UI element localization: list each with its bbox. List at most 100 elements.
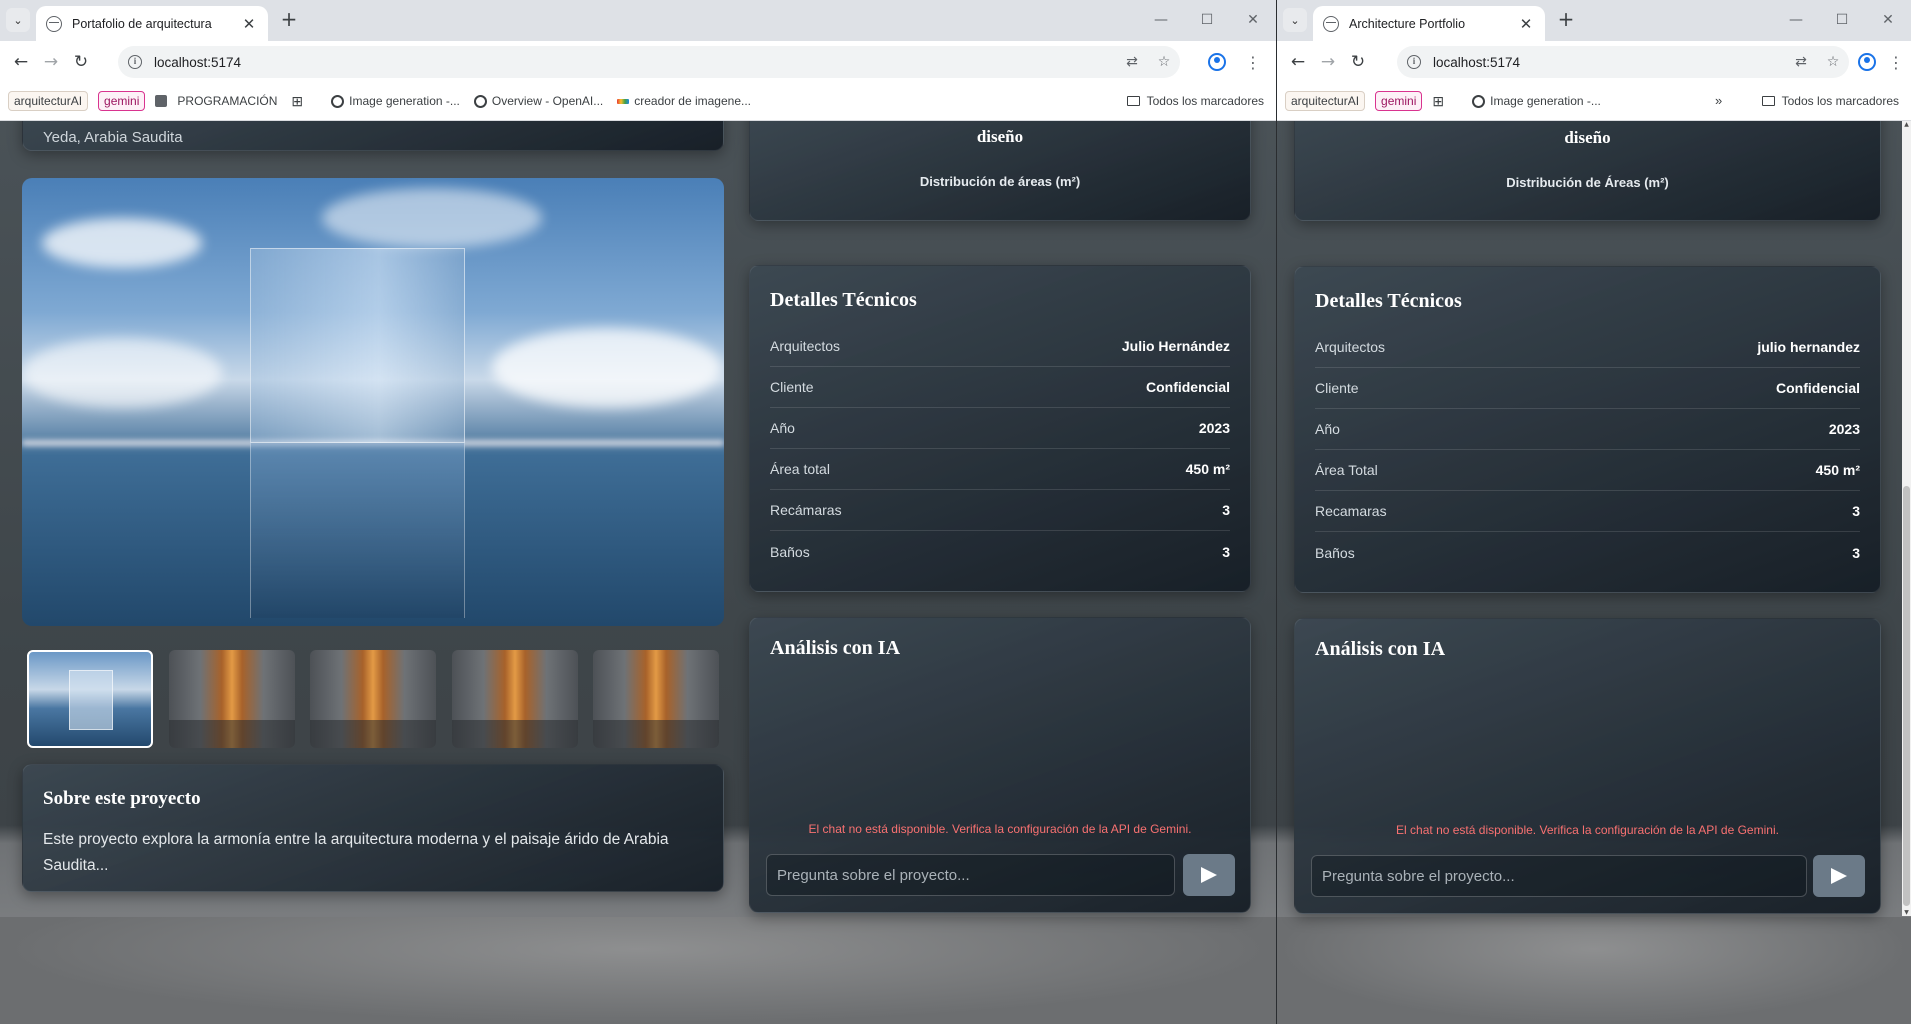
- send-icon: [1201, 867, 1217, 883]
- hero-image[interactable]: [22, 178, 724, 626]
- apps-icon[interactable]: ⊞: [291, 93, 317, 110]
- bookmark-creador-imagenes[interactable]: creador de imagene...: [617, 94, 751, 108]
- spec-row-client: Cliente Confidencial: [770, 367, 1230, 408]
- kebab-menu-icon[interactable]: ⋮: [1242, 51, 1264, 73]
- page-content: Yeda, Arabia Saudita Sobre este proyecto…: [0, 121, 1276, 1024]
- new-tab-button[interactable]: +: [1553, 7, 1579, 33]
- address-bar[interactable]: i localhost:5174 ⇄ ☆: [118, 46, 1180, 78]
- bookmarks-bar: arquitecturAI gemini ⊞ Image generation …: [1277, 82, 1911, 121]
- openai-icon: [1472, 94, 1486, 108]
- technical-details-title: Detalles Técnicos: [1315, 290, 1462, 312]
- bookmark-arquitecturai[interactable]: arquitecturAI: [1285, 91, 1366, 111]
- cube-reflection: [250, 443, 465, 618]
- profile-icon[interactable]: [1206, 51, 1228, 73]
- thumbnail-4[interactable]: [451, 650, 578, 748]
- tab-search-dropdown[interactable]: ⌄: [6, 8, 30, 32]
- scroll-up-arrow-icon[interactable]: ▲: [1902, 121, 1911, 128]
- chat-input[interactable]: Pregunta sobre el proyecto...: [1311, 855, 1807, 897]
- bookmark-image-generation[interactable]: Image generation -...: [1472, 94, 1601, 108]
- thumbnail-1[interactable]: [27, 650, 153, 748]
- reload-button[interactable]: ↻: [66, 47, 96, 77]
- forward-button[interactable]: →: [36, 47, 66, 77]
- profile-icon[interactable]: [1856, 51, 1878, 73]
- browser-toolbar: ← → ↻ i localhost:5174 ⇄ ☆ ⋮: [1277, 41, 1911, 82]
- close-window-button[interactable]: ✕: [1230, 6, 1276, 34]
- bookmarks-bar: arquitecturAI gemini PROGRAMACIÓN ⊞ Imag…: [0, 82, 1276, 121]
- folder-icon: [1126, 96, 1140, 106]
- site-info-icon[interactable]: i: [1407, 55, 1421, 69]
- kebab-menu-icon[interactable]: ⋮: [1885, 51, 1907, 73]
- bookmark-programacion[interactable]: PROGRAMACIÓN: [155, 94, 277, 108]
- ai-analysis-title: Análisis con IA: [1315, 638, 1446, 660]
- tab-title: Portafolio de arquitectura: [72, 16, 212, 31]
- new-tab-button[interactable]: +: [276, 7, 302, 33]
- spec-row-area: Área total 450 m²: [770, 449, 1230, 490]
- translate-icon[interactable]: ⇄: [1116, 54, 1148, 70]
- square-icon: [155, 95, 168, 107]
- technical-details-card: Detalles Técnicos Arquitectos julio herna…: [1294, 266, 1881, 593]
- tab-strip: ⌄ Portafolio de arquitectura ✕ + — ☐ ✕: [0, 0, 1276, 41]
- bookmark-image-generation[interactable]: Image generation -...: [331, 94, 460, 108]
- star-icon[interactable]: ☆: [1148, 54, 1180, 70]
- openai-icon: [331, 94, 345, 108]
- tab-search-dropdown[interactable]: ⌄: [1283, 8, 1307, 32]
- scroll-down-arrow-icon[interactable]: ▼: [1902, 909, 1911, 916]
- glass-cube: [250, 248, 465, 443]
- tab-close-icon[interactable]: ✕: [240, 15, 258, 33]
- chart-card-subtitle: Distribución de Áreas (m²): [1506, 175, 1669, 190]
- more-bookmarks-chevron-icon[interactable]: »: [1715, 93, 1722, 108]
- back-button[interactable]: ←: [6, 47, 36, 77]
- chart-card-subtitle: Distribución de áreas (m²): [919, 174, 1081, 189]
- translate-icon[interactable]: ⇄: [1785, 54, 1817, 70]
- spec-row-architects: Arquitectos Julio Hernández: [770, 326, 1230, 367]
- maximize-button[interactable]: ☐: [1819, 6, 1865, 34]
- send-button[interactable]: [1813, 855, 1865, 897]
- rainbow-icon: [617, 98, 630, 104]
- scrollbar-thumb[interactable]: [1903, 486, 1910, 906]
- send-button[interactable]: [1183, 854, 1235, 896]
- chat-error-message: El chat no está disponible. Verifica la …: [1396, 823, 1779, 837]
- maximize-button[interactable]: ☐: [1184, 6, 1230, 34]
- location-text: Yeda, Arabia Saudita: [43, 129, 183, 146]
- thumbnail-3[interactable]: [310, 650, 436, 748]
- spec-row-bedrooms: Recamaras 3: [1315, 491, 1860, 532]
- spec-row-bathrooms: Baños 3: [770, 543, 1230, 560]
- forward-button[interactable]: →: [1313, 47, 1343, 77]
- address-bar[interactable]: i localhost:5174 ⇄ ☆: [1397, 46, 1849, 78]
- technical-details-card: Detalles Técnicos Arquitectos Julio Herná…: [749, 265, 1251, 592]
- bookmark-overview-openai[interactable]: Overview - OpenAI...: [473, 94, 603, 108]
- page-scrollbar[interactable]: ▲ ▼: [1902, 121, 1911, 916]
- area-chart-card: diseño Distribución de áreas (m²): [749, 121, 1251, 221]
- bookmark-gemini[interactable]: gemini: [1375, 91, 1423, 111]
- spec-row-year: Año 2023: [770, 408, 1230, 449]
- technical-details-title: Detalles Técnicos: [770, 289, 917, 311]
- tab-portfolio[interactable]: Architecture Portfolio ✕: [1313, 6, 1545, 41]
- thumbnail-strip: [27, 650, 719, 748]
- tab-close-icon[interactable]: ✕: [1517, 15, 1535, 33]
- spec-row-bedrooms: Recámaras 3: [770, 490, 1230, 531]
- apps-icon[interactable]: ⊞: [1432, 93, 1458, 110]
- globe-icon: [1323, 15, 1339, 32]
- close-window-button[interactable]: ✕: [1865, 6, 1911, 34]
- chat-input[interactable]: Pregunta sobre el proyecto...: [766, 854, 1175, 896]
- url-text: localhost:5174: [1433, 54, 1521, 70]
- thumbnail-5[interactable]: [593, 650, 719, 748]
- bookmark-arquitecturai[interactable]: arquitecturAI: [8, 91, 89, 111]
- minimize-button[interactable]: —: [1138, 6, 1184, 34]
- browser-window-left: ⌄ Portafolio de arquitectura ✕ + — ☐ ✕ ←…: [0, 0, 1276, 1024]
- star-icon[interactable]: ☆: [1817, 54, 1849, 70]
- site-info-icon[interactable]: i: [128, 55, 142, 69]
- chart-card-title: diseño: [1564, 128, 1611, 147]
- all-bookmarks[interactable]: Todos los marcadores: [1761, 94, 1899, 108]
- minimize-button[interactable]: —: [1773, 6, 1819, 34]
- url-text: localhost:5174: [154, 54, 242, 70]
- thumbnail-2[interactable]: [168, 650, 295, 748]
- window-controls: — ☐ ✕: [1138, 6, 1276, 34]
- reload-button[interactable]: ↻: [1343, 47, 1373, 77]
- spec-row-area: Área Total 450 m²: [1315, 450, 1860, 491]
- spec-row-client: Cliente Confidencial: [1315, 368, 1860, 409]
- tab-portfolio[interactable]: Portafolio de arquitectura ✕: [36, 6, 268, 41]
- all-bookmarks[interactable]: Todos los marcadores: [1126, 94, 1264, 108]
- bookmark-gemini[interactable]: gemini: [98, 91, 146, 111]
- back-button[interactable]: ←: [1283, 47, 1313, 77]
